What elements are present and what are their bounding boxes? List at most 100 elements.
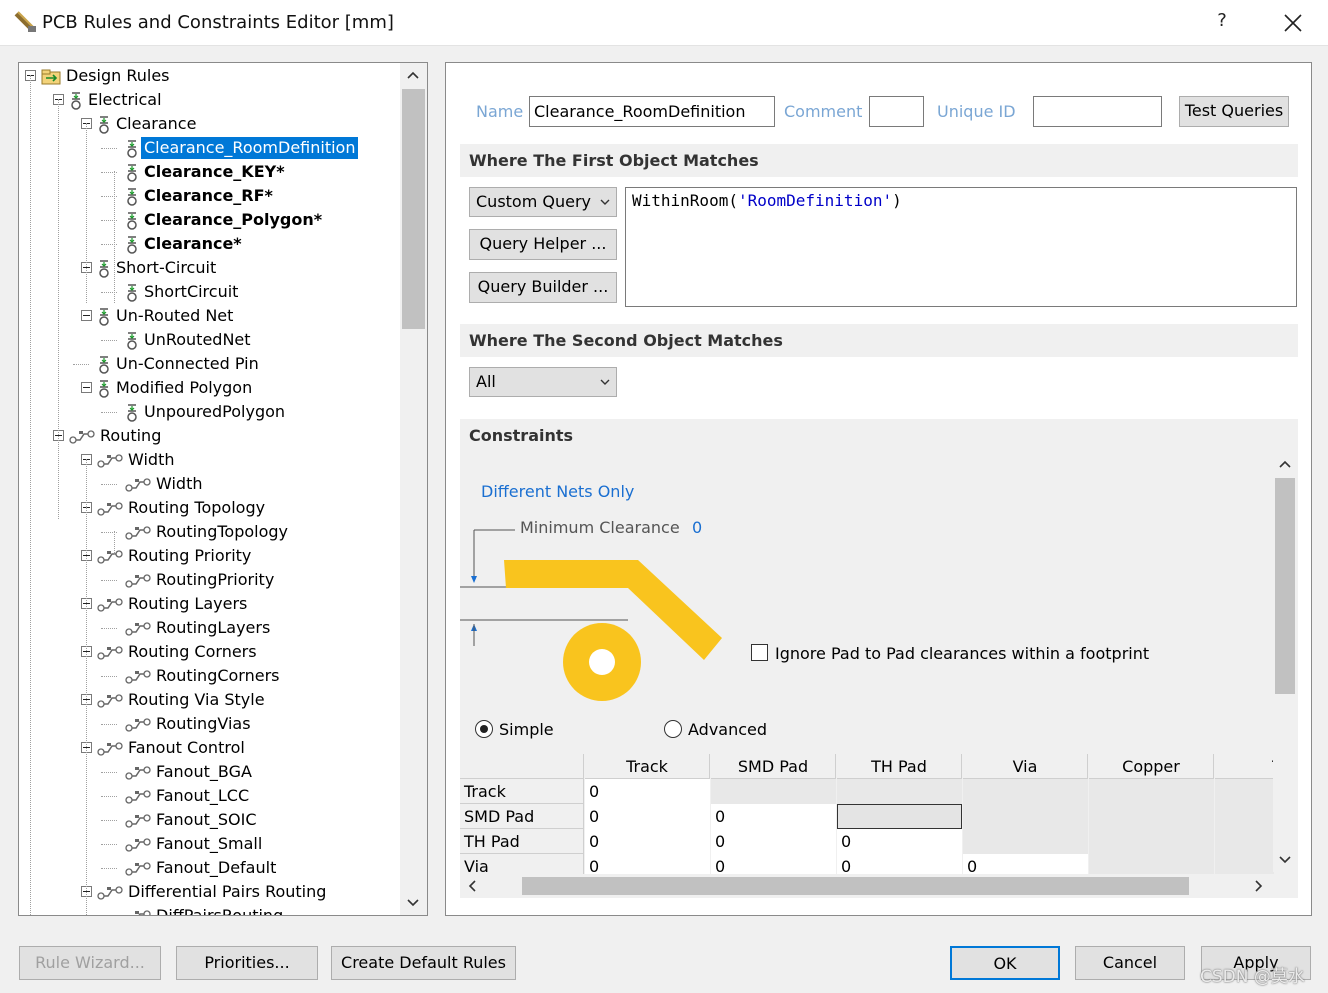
matrix-cell[interactable]: 0 [585,804,710,829]
scroll-down-icon[interactable] [1279,856,1291,864]
matrix-cell[interactable]: 0 [585,779,710,804]
tree-item[interactable]: Fanout_Default [125,857,279,879]
unique-id-field[interactable] [1033,96,1162,127]
tree-item[interactable]: Un-Connected Pin [97,353,262,375]
comment-field[interactable] [869,96,924,127]
electrical-rule-icon [99,379,109,398]
tree-item-label: Clearance_RoomDefinition [141,137,359,159]
test-queries-button[interactable]: Test Queries [1179,96,1289,127]
tree-item[interactable]: UnpouredPolygon [125,401,288,423]
query-function: WithinRoom( [632,191,738,210]
clearance-matrix[interactable]: TrackSMD PadTH PadViaCopperTTrack0SMD Pa… [460,754,1274,874]
routing-rule-icon [135,909,151,915]
matrix-cell[interactable]: 0 [711,829,836,854]
ignore-pad-checkbox[interactable] [751,644,768,661]
tree-item[interactable]: Routing [69,425,164,447]
tree-item[interactable]: Modified Polygon [97,377,255,399]
constraints-vscroll-thumb[interactable] [1275,478,1295,694]
priorities-button[interactable]: Priorities... [176,946,318,980]
matrix-hscroll-thumb[interactable] [522,877,1189,895]
first-object-combo[interactable]: Custom Query [469,187,617,217]
simple-radio[interactable] [475,720,493,738]
pad-hole [589,649,615,675]
tree-item[interactable]: Clearance* [125,233,245,255]
create-default-rules-button[interactable]: Create Default Rules [331,946,516,980]
tree-item[interactable]: Clearance_RF* [125,185,276,207]
electrical-rule-icon [99,259,109,278]
different-nets-link[interactable]: Different Nets Only [481,482,634,501]
query-editor[interactable]: WithinRoom('RoomDefinition') [625,187,1297,307]
scroll-up-icon[interactable] [407,71,419,79]
matrix-cell[interactable]: 0 [585,829,710,854]
watermark: CSDN @莫水 [1200,967,1305,987]
matrix-cell[interactable]: 0 [963,854,1088,874]
tree-collapse-icon[interactable] [81,382,92,393]
electrical-rule-icon [127,163,137,182]
constraints-vscrollbar[interactable] [1273,452,1297,872]
name-field[interactable]: Clearance_RoomDefinition [529,96,775,127]
tree-item[interactable]: UnRoutedNet [125,329,254,351]
tree-item[interactable]: Fanout_Small [125,833,265,855]
routing-rule-icon [97,645,123,660]
help-button[interactable]: ? [1208,10,1236,36]
matrix-hscrollbar[interactable] [460,874,1273,898]
tree-scroll-thumb[interactable] [402,89,425,329]
tree-item[interactable]: Clearance_KEY* [125,161,288,183]
tree-item[interactable]: Width [97,449,177,471]
matrix-cell[interactable]: 0 [585,854,710,874]
tree-item[interactable]: Routing Corners [97,641,260,663]
tree-item[interactable]: DiffPairsRouting [125,905,286,915]
tree-item[interactable]: Width [125,473,205,495]
rules-tree[interactable]: Design Rules Electrical Clearance Clearance… [18,62,428,916]
scroll-left-icon[interactable] [468,880,476,892]
tree-item[interactable]: Electrical [69,89,165,111]
tree-item[interactable]: Fanout Control [97,737,248,759]
tree-item[interactable]: Fanout_LCC [125,785,252,807]
tree-item[interactable]: Design Rules [41,65,173,87]
scroll-right-icon[interactable] [1255,880,1263,892]
tree-item[interactable]: Routing Priority [97,545,254,567]
electrical-rule-icon [99,307,109,326]
tree-item[interactable]: RoutingPriority [125,569,277,591]
tree-scrollbar[interactable] [400,63,427,915]
tree-guide [86,507,87,915]
tree-item[interactable]: RoutingTopology [125,521,291,543]
tree-connector [101,844,117,845]
tree-item-label: Routing [100,426,162,445]
tree-item[interactable]: Routing Via Style [97,689,268,711]
ok-button[interactable]: OK [950,946,1060,980]
tree-item[interactable]: RoutingVias [125,713,254,735]
matrix-cell[interactable]: 0 [837,829,962,854]
tree-item-label: RoutingTopology [156,522,288,541]
tree-item[interactable]: Routing Layers [97,593,250,615]
matrix-cell[interactable]: 0 [711,854,836,874]
matrix-row-header: Via [460,854,584,874]
query-helper-button[interactable]: Query Helper ... [469,229,617,260]
query-builder-button[interactable]: Query Builder ... [469,272,617,303]
advanced-radio[interactable] [664,720,682,738]
matrix-cell[interactable]: 0 [711,804,836,829]
tree-item[interactable]: Fanout_SOIC [125,809,260,831]
tree-item[interactable]: Fanout_BGA [125,761,255,783]
scroll-up-icon[interactable] [1279,460,1291,468]
tree-item[interactable]: Short-Circuit [97,257,219,279]
tree-item[interactable]: Routing Topology [97,497,268,519]
window-title: PCB Rules and Constraints Editor [mm] [42,12,394,33]
close-icon[interactable] [1276,8,1310,38]
matrix-cell[interactable]: 0 [837,854,962,874]
tree-item[interactable]: Clearance_RoomDefinition [125,137,359,159]
cancel-button[interactable]: Cancel [1075,946,1185,980]
tree-item[interactable]: Un-Routed Net [97,305,236,327]
second-object-combo[interactable]: All [469,367,617,397]
tree-item[interactable]: ShortCircuit [125,281,241,303]
tree-item[interactable]: Clearance [97,113,199,135]
tree-item[interactable]: Differential Pairs Routing [97,881,329,903]
tree-item[interactable]: RoutingLayers [125,617,273,639]
rule-wizard-button[interactable]: Rule Wizard... [19,946,161,980]
tree-item-label: RoutingVias [156,714,251,733]
tree-item[interactable]: RoutingCorners [125,665,283,687]
tree-collapse-icon[interactable] [81,310,92,321]
tree-item[interactable]: Clearance_Polygon* [125,209,325,231]
routing-rule-icon [125,789,151,804]
scroll-down-icon[interactable] [407,899,419,907]
